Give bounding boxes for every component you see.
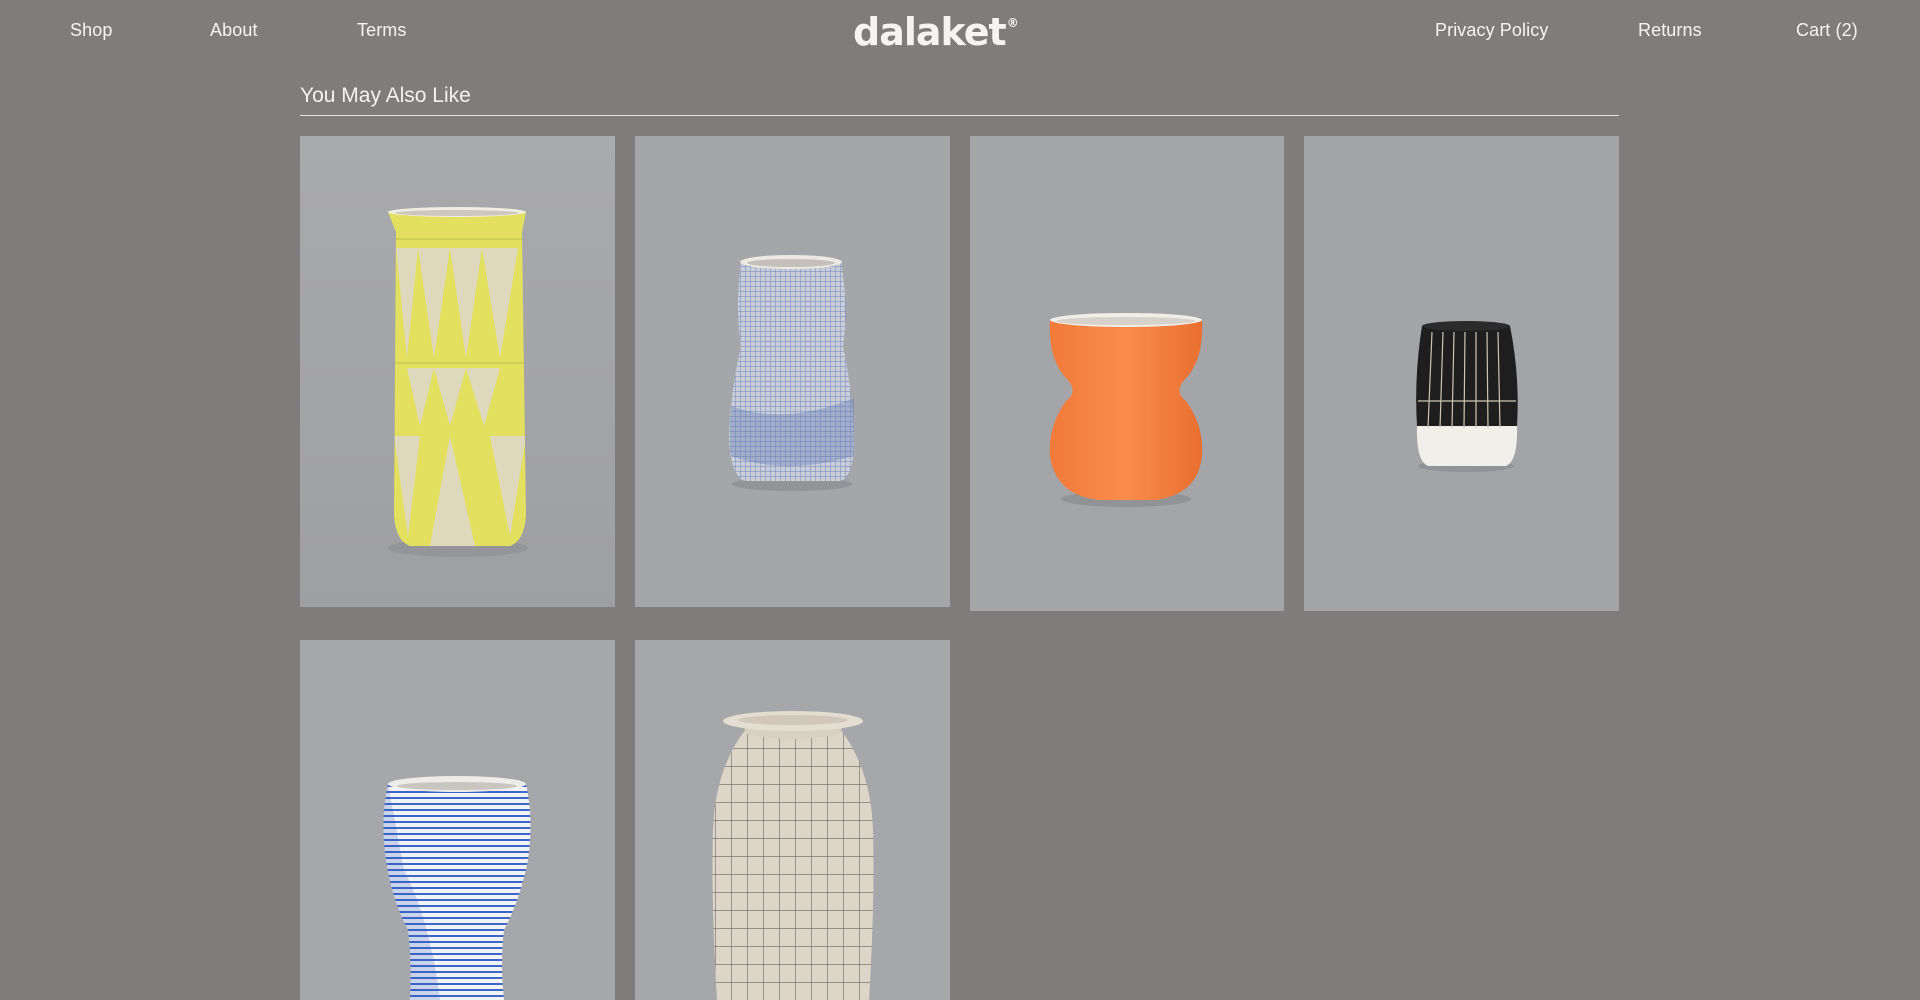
registered-mark: ® — [1006, 16, 1019, 30]
product-card[interactable] — [300, 136, 615, 607]
product-card[interactable] — [970, 136, 1284, 611]
nav-about-link[interactable]: About — [210, 20, 258, 41]
yellow-triangle-pattern-vase-image — [300, 136, 615, 607]
nav-returns-link[interactable]: Returns — [1638, 20, 1702, 41]
brand-logo[interactable]: dalaket® — [853, 10, 1019, 54]
product-card[interactable] — [635, 136, 950, 607]
product-card[interactable] — [300, 640, 615, 1000]
blue-striped-bulbous-vase-image — [300, 640, 615, 1000]
section-divider — [300, 115, 1619, 116]
blue-crosshatch-vase-image — [635, 136, 950, 607]
nav-terms-link[interactable]: Terms — [357, 20, 407, 41]
product-card[interactable] — [635, 640, 950, 1000]
orange-hourglass-vase-image — [970, 136, 1284, 611]
cream-grid-bottle-vase-image — [635, 640, 950, 1000]
black-white-striped-cup-image — [1304, 136, 1619, 611]
brand-name: dalaket — [853, 10, 1007, 54]
nav-cart-link[interactable]: Cart (2) — [1796, 20, 1858, 41]
nav-shop-link[interactable]: Shop — [70, 20, 112, 41]
product-card[interactable] — [1304, 136, 1619, 611]
section-title: You May Also Like — [300, 84, 471, 107]
nav-privacy-policy-link[interactable]: Privacy Policy — [1435, 20, 1548, 41]
